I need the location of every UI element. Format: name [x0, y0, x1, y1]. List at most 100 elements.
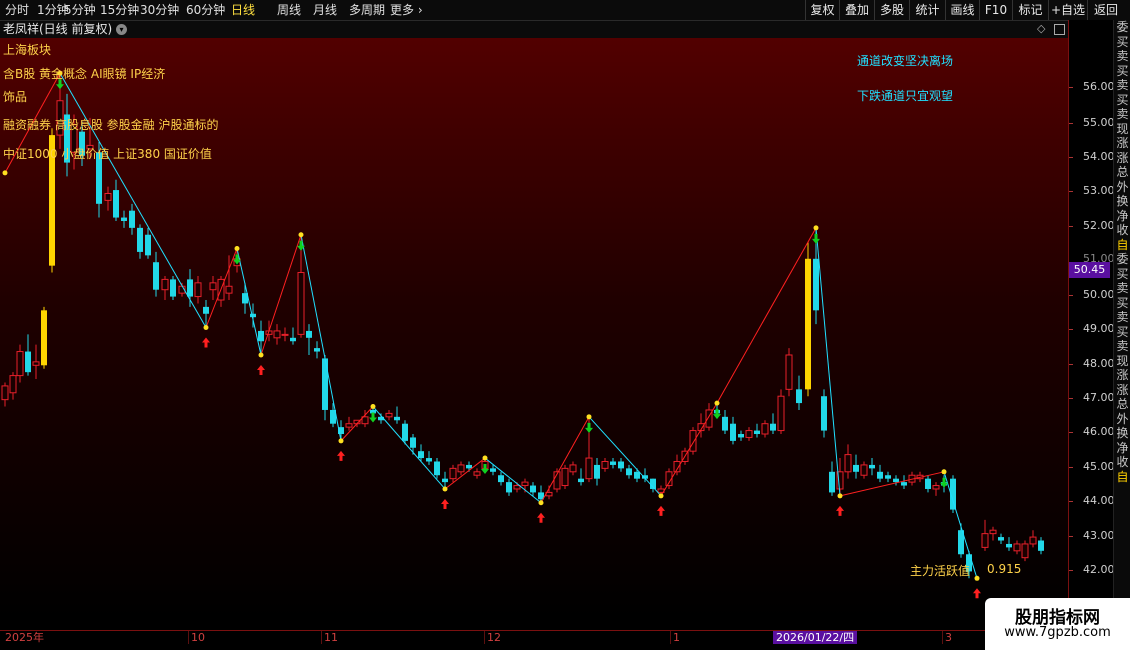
- candle[interactable]: [426, 451, 432, 465]
- candle[interactable]: [634, 468, 640, 483]
- candle[interactable]: [153, 251, 159, 297]
- tab-5min[interactable]: 15分钟: [100, 0, 139, 20]
- candle[interactable]: [217, 275, 225, 307]
- candle[interactable]: [610, 458, 616, 469]
- candle[interactable]: [893, 475, 899, 486]
- candle[interactable]: [829, 461, 835, 496]
- candle[interactable]: [626, 464, 632, 479]
- back-button[interactable]: 返回: [1087, 0, 1124, 20]
- candle[interactable]: [242, 282, 248, 314]
- candle[interactable]: [457, 461, 465, 476]
- candle[interactable]: [385, 409, 393, 421]
- candle[interactable]: [145, 227, 151, 259]
- candle[interactable]: [578, 468, 584, 486]
- candle[interactable]: [170, 275, 176, 301]
- stats-button[interactable]: 统计: [909, 0, 945, 20]
- candle[interactable]: [473, 468, 481, 479]
- candle[interactable]: [498, 471, 504, 486]
- candle[interactable]: [25, 334, 31, 376]
- candle[interactable]: [345, 416, 353, 431]
- candle[interactable]: [32, 344, 40, 380]
- tab-weekly[interactable]: 周线: [277, 0, 301, 20]
- candle[interactable]: [187, 269, 193, 307]
- candle[interactable]: [761, 420, 769, 438]
- candle[interactable]: [796, 375, 802, 410]
- candle[interactable]: [777, 389, 785, 435]
- candle[interactable]: [538, 485, 544, 503]
- candle[interactable]: [322, 354, 328, 421]
- candle[interactable]: [561, 464, 569, 489]
- candle[interactable]: [434, 458, 440, 479]
- candle[interactable]: [785, 348, 793, 397]
- candle[interactable]: [998, 533, 1004, 544]
- candle[interactable]: [722, 409, 728, 435]
- fuquan-button[interactable]: 复权: [805, 0, 839, 20]
- kline-chart-area[interactable]: 上海板块 含B股 黄金概念 AI眼镜 IP经济 饰品 融资融券 高股息股 参股金…: [0, 38, 1068, 618]
- candle[interactable]: [805, 241, 811, 397]
- candle[interactable]: [650, 478, 656, 493]
- tab-multi-period[interactable]: 多周期: [349, 0, 385, 20]
- candle[interactable]: [9, 372, 17, 400]
- candle[interactable]: [738, 430, 744, 441]
- candle[interactable]: [506, 478, 512, 496]
- candle[interactable]: [1029, 530, 1037, 548]
- tab-fenshi[interactable]: 分时: [5, 0, 29, 20]
- candle[interactable]: [860, 461, 868, 479]
- candle[interactable]: [981, 519, 989, 551]
- candle[interactable]: [281, 327, 289, 342]
- candle[interactable]: [989, 526, 997, 541]
- overlay-button[interactable]: 叠加: [839, 0, 874, 20]
- quote-panel-strip[interactable]: 委 买 卖 买 卖 买 卖 现 涨 涨 总 外 换 净 收 自 委 买 卖 买 …: [1113, 20, 1130, 630]
- candle[interactable]: [1006, 537, 1012, 551]
- candle[interactable]: [113, 179, 119, 221]
- candle[interactable]: [314, 341, 320, 359]
- candle[interactable]: [869, 458, 875, 476]
- candle[interactable]: [601, 458, 609, 472]
- f10-button[interactable]: F10: [979, 0, 1012, 20]
- candle[interactable]: [594, 458, 600, 486]
- mark-button[interactable]: 标记: [1012, 0, 1048, 20]
- candle[interactable]: [569, 461, 577, 476]
- candle[interactable]: [770, 413, 776, 435]
- candle[interactable]: [449, 464, 457, 483]
- candle[interactable]: [137, 224, 143, 259]
- tab-daily[interactable]: 日线: [231, 0, 255, 20]
- candle[interactable]: [530, 482, 536, 496]
- maximize-icon[interactable]: [1054, 24, 1065, 35]
- candle[interactable]: [129, 203, 135, 235]
- candle[interactable]: [64, 93, 70, 177]
- tab-15min[interactable]: 30分钟: [140, 0, 179, 20]
- candle[interactable]: [925, 475, 931, 493]
- chevron-down-icon[interactable]: ▾: [116, 24, 127, 35]
- candle[interactable]: [821, 389, 827, 438]
- candle[interactable]: [41, 306, 47, 369]
- candle[interactable]: [877, 464, 883, 483]
- tab-more[interactable]: 更多 ›: [390, 0, 423, 20]
- multi-stock-button[interactable]: 多股: [874, 0, 909, 20]
- candle[interactable]: [754, 423, 760, 438]
- candle[interactable]: [121, 210, 127, 228]
- candle[interactable]: [410, 434, 416, 455]
- candle[interactable]: [932, 482, 940, 496]
- candle[interactable]: [394, 406, 400, 424]
- candle[interactable]: [273, 324, 281, 345]
- candle[interactable]: [844, 444, 852, 479]
- candle[interactable]: [853, 454, 859, 479]
- candle[interactable]: [250, 303, 256, 328]
- tab-monthly[interactable]: 月线: [313, 0, 337, 20]
- tab-1min-alt[interactable]: 5分钟: [64, 0, 96, 20]
- candle[interactable]: [885, 471, 891, 483]
- candle[interactable]: [330, 403, 336, 428]
- candle[interactable]: [1013, 540, 1021, 555]
- candle[interactable]: [16, 344, 24, 383]
- tab-30min[interactable]: 60分钟: [186, 0, 225, 20]
- draw-line-button[interactable]: 画线: [945, 0, 979, 20]
- candle[interactable]: [689, 427, 697, 455]
- add-watchlist-button[interactable]: +自选: [1048, 0, 1087, 20]
- candle[interactable]: [1021, 540, 1029, 562]
- candle[interactable]: [553, 468, 561, 493]
- candle[interactable]: [745, 427, 753, 441]
- candle[interactable]: [901, 475, 907, 489]
- candle[interactable]: [161, 275, 169, 301]
- candle[interactable]: [225, 255, 233, 301]
